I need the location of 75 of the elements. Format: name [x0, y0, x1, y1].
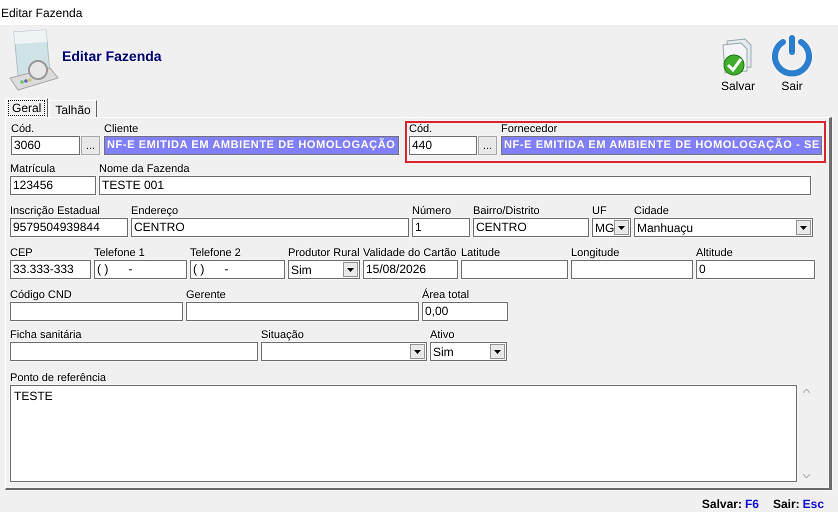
field-label: Cód. [11, 123, 36, 136]
field-label: Gerente [186, 289, 227, 302]
input-field[interactable]: 0 [696, 260, 815, 279]
tab[interactable]: Talhão [49, 100, 97, 117]
dropdown[interactable] [261, 342, 427, 361]
input-field[interactable] [10, 342, 258, 361]
code-field[interactable]: 3060 [11, 136, 80, 155]
shortcut-label: Sair: [772, 496, 800, 512]
shortcut-key: F6 [744, 495, 759, 512]
input-field[interactable]: CENTRO [131, 218, 409, 237]
window-title: Editar Fazenda [1, 4, 82, 22]
caret-icon [414, 350, 421, 354]
field-label: Altitude [696, 247, 734, 260]
field-label: Produtor Rural [288, 247, 360, 260]
field-label: Cód. [409, 123, 434, 136]
field-label: Nome da Fazenda [99, 163, 190, 176]
input-field[interactable] [10, 302, 183, 321]
input-field[interactable]: TESTE 001 [99, 176, 811, 195]
field-label: Ficha sanitária [10, 329, 83, 342]
input-field[interactable] [186, 302, 419, 321]
shortcut-label: Salvar: [702, 496, 742, 512]
input-field[interactable]: 123456 [10, 176, 96, 195]
field-label: Inscrição Estadual [10, 205, 101, 218]
field-label: Ativo [430, 329, 456, 342]
tab[interactable]: Geral [5, 98, 48, 117]
input-field[interactable]: 9579504939844 [10, 218, 128, 237]
input-field[interactable]: 0,00 [422, 302, 508, 321]
field-label: Matrícula [10, 163, 56, 176]
field-label: Latitude [461, 247, 502, 260]
input-field[interactable]: CENTRO [473, 218, 589, 237]
dropdown-button[interactable] [410, 344, 425, 359]
code-field[interactable]: 440 [409, 136, 477, 155]
power-icon [770, 33, 814, 77]
field-label: Área total [422, 289, 470, 302]
dropdown-button[interactable] [490, 344, 505, 359]
field-label: Validade do Cartão [363, 247, 458, 260]
caret-icon [618, 226, 626, 230]
dropdown-button[interactable] [796, 220, 811, 235]
dropdown[interactable]: MG [592, 218, 631, 237]
dropdown[interactable]: Sim [288, 260, 360, 279]
form-title: Editar Fazenda [62, 47, 162, 66]
dropdown[interactable]: Manhuaçu [634, 218, 813, 237]
field-label: Cidade [634, 205, 670, 218]
exit-button[interactable]: Sair [768, 31, 816, 93]
field-label: Longitude [571, 247, 620, 260]
input-field[interactable]: 33.333-333 [10, 260, 91, 279]
field-label: Endereço [131, 205, 180, 218]
field-label: Fornecedor [501, 123, 558, 136]
caret-icon [800, 226, 807, 230]
input-field[interactable]: ( ) - [190, 260, 285, 279]
field-label: Cliente [104, 123, 140, 136]
field-label: Telefone 2 [190, 247, 242, 260]
input-field[interactable]: 15/08/2026 [363, 260, 458, 279]
field-label: Número [412, 205, 452, 218]
input-field[interactable] [571, 260, 693, 279]
field-label: UF [592, 205, 608, 218]
field-label: Código CND [10, 289, 73, 302]
dropdown-button[interactable] [614, 220, 629, 235]
field-label: Telefone 1 [94, 247, 146, 260]
dropdown[interactable]: Sim [430, 342, 507, 361]
lookup-button[interactable]: ... [81, 136, 100, 155]
save-button[interactable]: Salvar [714, 31, 762, 93]
input-field[interactable]: 1 [412, 218, 470, 237]
text-area[interactable]: TESTE [10, 385, 797, 482]
shortcut-key: Esc [802, 495, 824, 512]
field-label: Ponto de referência [10, 372, 108, 385]
input-field[interactable] [461, 260, 568, 279]
caret-icon [347, 268, 354, 272]
field-label: CEP [10, 247, 34, 260]
dropdown-button[interactable] [343, 262, 358, 277]
field-label: Bairro/Distrito [473, 205, 541, 218]
caret-icon [494, 350, 501, 354]
field-label: Situação [261, 329, 305, 342]
lookup-button[interactable]: ... [478, 136, 497, 155]
input-field[interactable]: ( ) - [94, 260, 187, 279]
